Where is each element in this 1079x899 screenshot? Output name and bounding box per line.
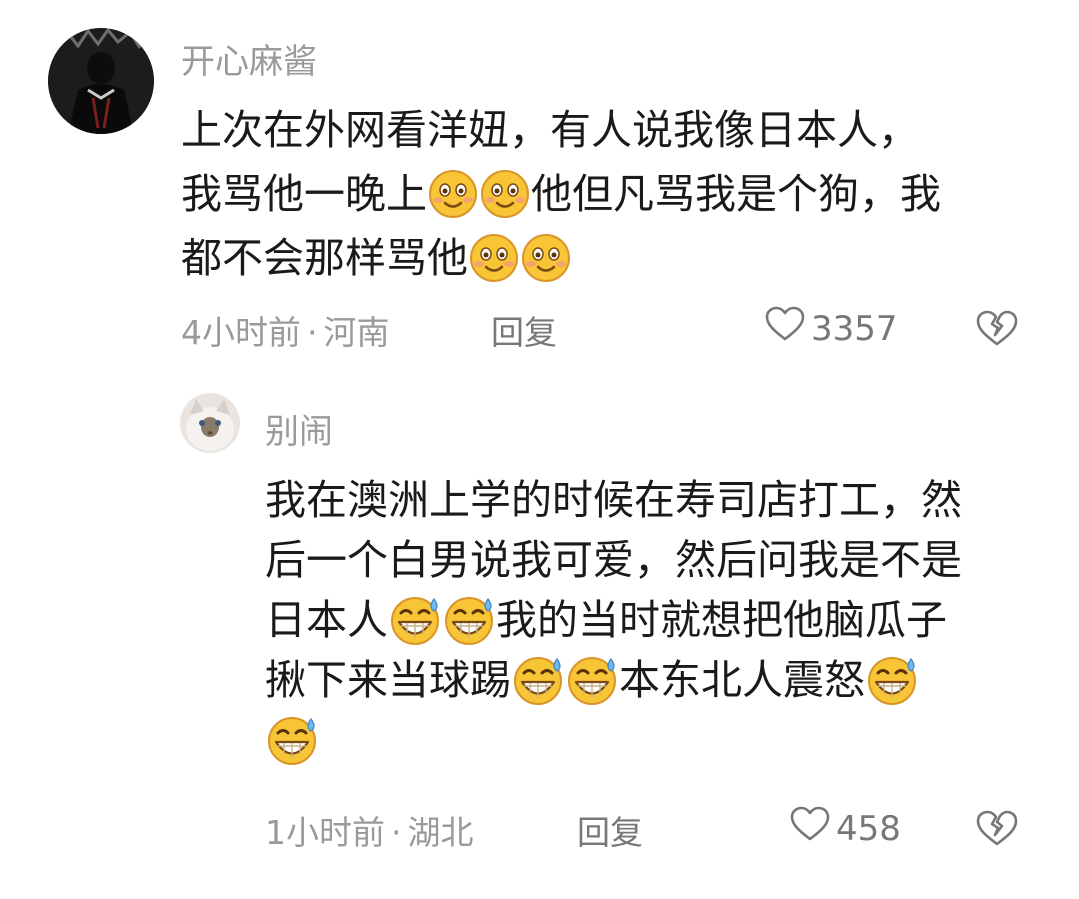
username[interactable]: 开心麻酱 <box>181 34 317 83</box>
comment-line: 我骂他一晚上 他但凡骂我是个狗，我 <box>181 162 941 226</box>
grin-sweat-emoji-icon <box>565 653 619 707</box>
smile-blush-emoji-icon <box>427 168 479 220</box>
comment-line: 都不会那样骂他 <box>181 226 941 290</box>
timestamp: 4小时前 <box>181 313 301 352</box>
separator-dot: · <box>391 813 402 852</box>
like-button[interactable]: 458 <box>790 806 901 851</box>
location: 湖北 <box>407 813 474 852</box>
user-avatar[interactable] <box>180 393 240 453</box>
comment-line <box>265 710 962 770</box>
text-segment: 他但凡骂我是个狗，我 <box>531 170 941 218</box>
text-segment: 后一个白男说我可爱，然后问我是不是 <box>265 536 962 584</box>
separator-dot: · <box>307 313 318 352</box>
comment-text: 上次在外网看洋妞，有人说我像日本人， 我骂他一晚上 他但凡骂我是个狗，我 都不会那… <box>181 98 941 290</box>
grin-sweat-emoji-icon <box>442 593 496 647</box>
smile-blush-emoji-icon <box>468 232 520 284</box>
like-count: 458 <box>836 808 901 849</box>
grin-sweat-emoji-icon <box>865 653 919 707</box>
text-segment: 揪下来当球踢 <box>265 656 511 704</box>
location: 河南 <box>323 313 390 352</box>
dislike-button[interactable] <box>975 809 1019 851</box>
like-count: 3357 <box>811 308 898 349</box>
comment-line: 日本人 我的当时就想把他脑瓜子 <box>265 590 962 650</box>
comment-meta: 1小时前 · 湖北 <box>265 806 474 854</box>
comment-line: 我在澳洲上学的时候在寿司店打工，然 <box>265 470 962 530</box>
grin-sweat-emoji-icon <box>511 653 565 707</box>
text-segment: 我骂他一晚上 <box>181 170 427 218</box>
smile-blush-emoji-icon <box>479 168 531 220</box>
comment-meta: 4小时前 · 河南 <box>181 306 390 354</box>
user-avatar[interactable] <box>48 28 154 134</box>
comment-text: 我在澳洲上学的时候在寿司店打工，然 后一个白男说我可爱，然后问我是不是 日本人 我… <box>265 470 962 770</box>
comment-line: 揪下来当球踢 本东北人震怒 <box>265 650 962 710</box>
grin-sweat-emoji-icon <box>265 713 319 767</box>
grin-sweat-emoji-icon <box>388 593 442 647</box>
like-button[interactable]: 3357 <box>765 306 898 351</box>
heart-icon <box>765 306 805 351</box>
reply-button[interactable]: 回复 <box>577 806 643 854</box>
text-segment: 都不会那样骂他 <box>181 234 468 282</box>
username[interactable]: 别闹 <box>265 404 333 453</box>
dislike-button[interactable] <box>975 309 1019 351</box>
heart-icon <box>790 806 830 851</box>
timestamp: 1小时前 <box>265 813 385 852</box>
smile-blush-emoji-icon <box>520 232 572 284</box>
dark-figure-avatar-icon <box>48 28 154 134</box>
text-segment: 我在澳洲上学的时候在寿司店打工，然 <box>265 476 962 524</box>
broken-heart-icon <box>975 810 1019 851</box>
cat-avatar-icon <box>180 393 240 453</box>
broken-heart-icon <box>975 310 1019 351</box>
text-segment: 上次在外网看洋妞，有人说我像日本人， <box>181 106 919 154</box>
text-segment: 日本人 <box>265 596 388 644</box>
text-segment: 本东北人震怒 <box>619 656 865 704</box>
reply-button[interactable]: 回复 <box>491 306 557 354</box>
comment-line: 上次在外网看洋妞，有人说我像日本人， <box>181 98 941 162</box>
comment-line: 后一个白男说我可爱，然后问我是不是 <box>265 530 962 590</box>
text-segment: 我的当时就想把他脑瓜子 <box>496 596 947 644</box>
